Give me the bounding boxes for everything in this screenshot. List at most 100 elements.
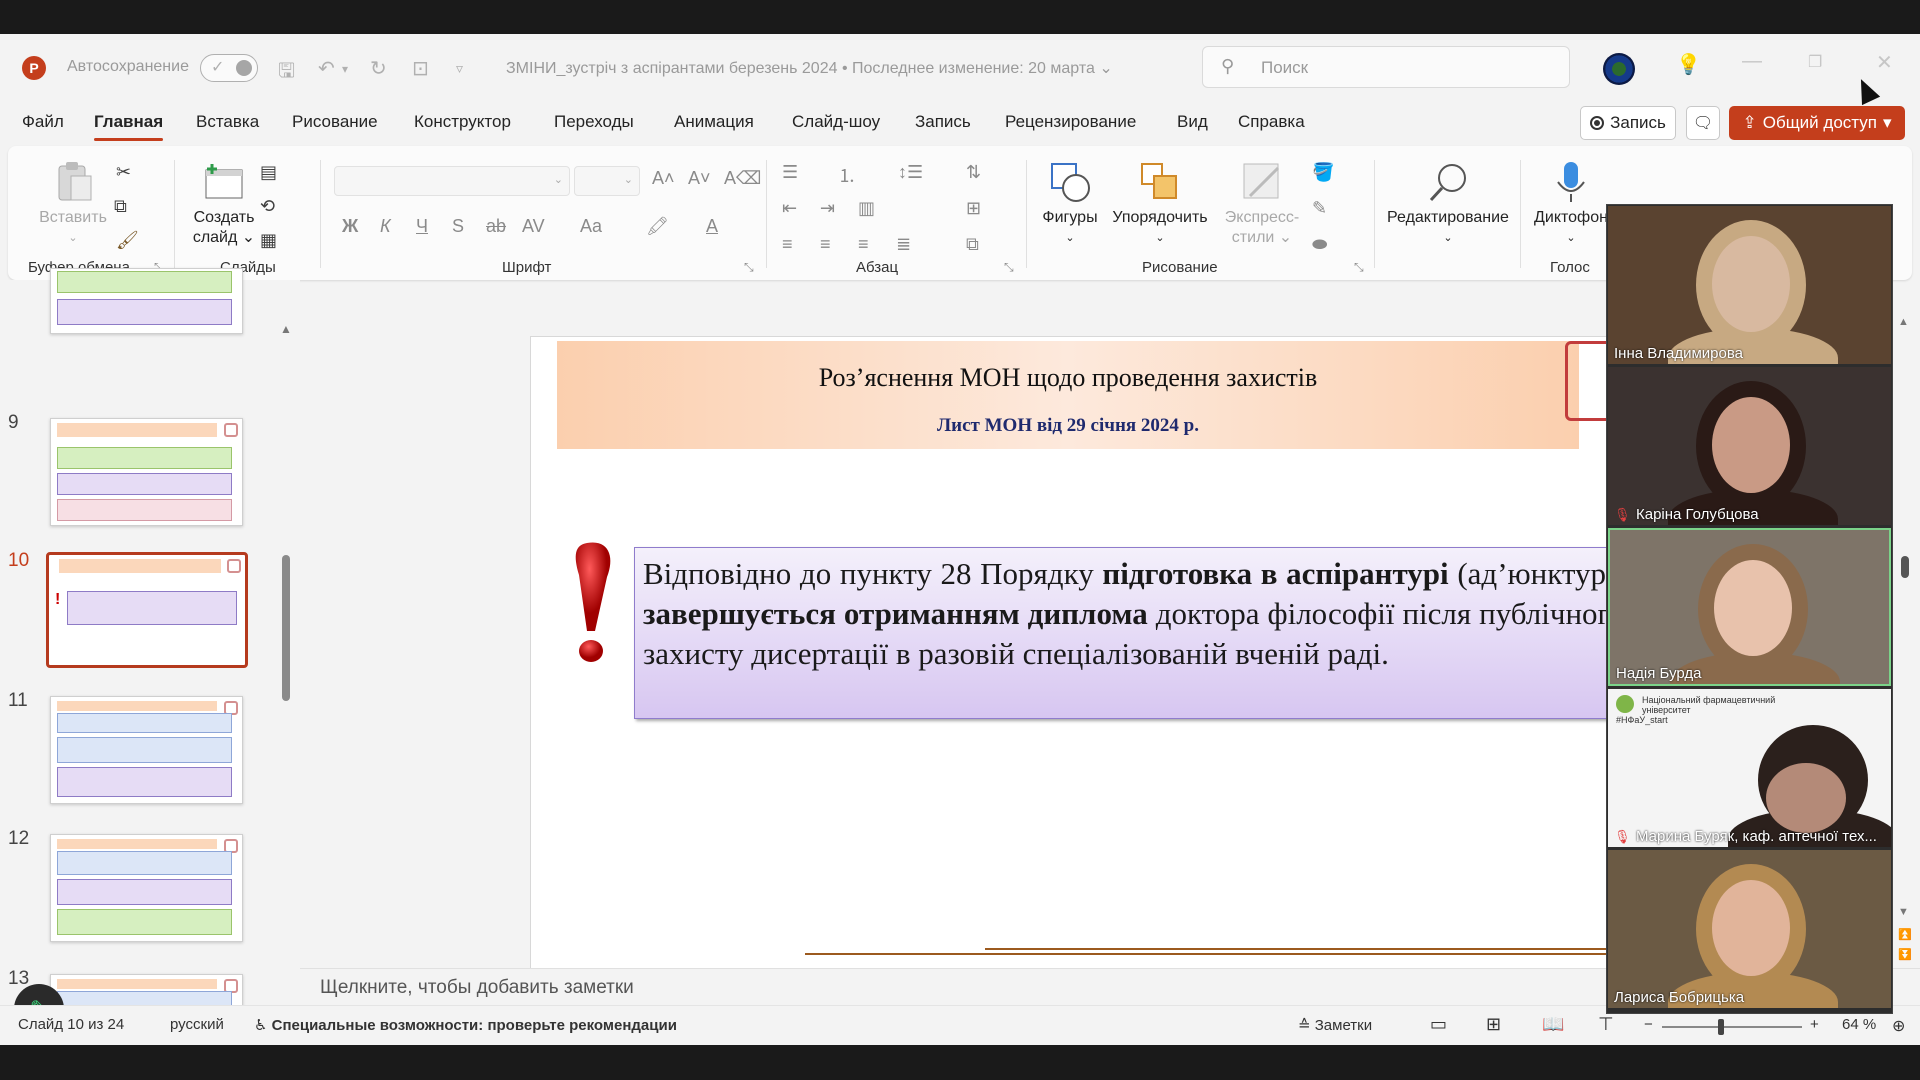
- shape-effects-icon[interactable]: ⬬: [1312, 234, 1327, 255]
- document-title[interactable]: ЗМІНИ_зустріч з аспірантами березень 202…: [506, 58, 1113, 78]
- slide-thumbnail-pane[interactable]: 9 10 ! 11 12 13 ▲: [0, 268, 300, 1042]
- tab-file[interactable]: Файл: [22, 112, 64, 132]
- tab-home[interactable]: Главная: [94, 112, 164, 141]
- format-painter-icon[interactable]: 🖌: [116, 230, 139, 251]
- next-slide-icon[interactable]: ⏬: [1898, 948, 1912, 961]
- numbering-icon[interactable]: ⒈: [838, 162, 856, 188]
- scroll-down-icon[interactable]: ▼: [1898, 906, 1909, 918]
- search-box[interactable]: ⚲ Поиск: [1202, 46, 1570, 88]
- align-center-icon[interactable]: ≡: [820, 234, 831, 255]
- record-button[interactable]: Запись: [1580, 106, 1676, 140]
- shape-fill-icon[interactable]: 🪣: [1312, 162, 1334, 183]
- section-icon[interactable]: ▦: [260, 230, 277, 251]
- tab-design[interactable]: Конструктор: [414, 112, 511, 132]
- redo-icon[interactable]: ↻: [370, 56, 387, 81]
- zoom-in-icon[interactable]: +: [1810, 1016, 1819, 1033]
- slide-thumbnail-active[interactable]: !: [46, 552, 248, 668]
- tab-insert[interactable]: Вставка: [196, 112, 259, 132]
- shapes-button[interactable]: Фигуры ⌄: [1032, 160, 1108, 248]
- restore-icon[interactable]: ❐: [1808, 52, 1822, 72]
- comments-button[interactable]: 🗨: [1686, 106, 1720, 140]
- share-button[interactable]: ⇪ Общий доступ ▾: [1729, 106, 1905, 140]
- bullets-icon[interactable]: ☰: [782, 162, 798, 183]
- minimize-icon[interactable]: —: [1742, 50, 1762, 73]
- participant-tile[interactable]: 🎙 Каріна Голубцова: [1608, 367, 1891, 525]
- smartart-icon[interactable]: ⧉: [966, 234, 979, 255]
- slide-subtitle[interactable]: Лист МОН від 29 січня 2024 р.: [557, 415, 1579, 437]
- new-slide-button[interactable]: Создать слайд ⌄: [184, 160, 264, 248]
- tab-help[interactable]: Справка: [1238, 112, 1305, 132]
- bold-icon[interactable]: Ж: [342, 216, 358, 237]
- slide-thumbnail[interactable]: [50, 696, 243, 804]
- tab-animations[interactable]: Анимация: [674, 112, 754, 132]
- notes-toggle[interactable]: ≙ Заметки: [1298, 1016, 1372, 1034]
- scroll-up-icon[interactable]: ▲: [280, 322, 292, 336]
- fit-to-window-icon[interactable]: ⊕: [1892, 1016, 1905, 1036]
- user-avatar[interactable]: [1603, 53, 1635, 85]
- decrease-indent-icon[interactable]: ⇤: [782, 198, 797, 219]
- slide-thumbnail[interactable]: [50, 268, 243, 334]
- language-indicator[interactable]: русский: [170, 1016, 224, 1033]
- save-icon[interactable]: 🖫: [278, 56, 295, 90]
- cut-icon[interactable]: ✂: [116, 162, 131, 183]
- thumbnail-scrollbar[interactable]: [282, 555, 290, 701]
- font-color-icon[interactable]: A: [706, 216, 718, 237]
- scroll-thumb[interactable]: [1901, 556, 1909, 578]
- dictate-button[interactable]: Диктофон ⌄: [1526, 160, 1616, 248]
- slide-sorter-icon[interactable]: ⊞: [1486, 1014, 1501, 1035]
- zoom-slider-knob[interactable]: [1718, 1019, 1724, 1035]
- strikethrough-icon[interactable]: ab: [486, 216, 506, 237]
- undo-dropdown-icon[interactable]: ▾: [342, 62, 348, 76]
- zoom-level[interactable]: 64 %: [1842, 1016, 1876, 1033]
- tab-draw[interactable]: Рисование: [292, 112, 378, 132]
- increase-indent-icon[interactable]: ⇥: [820, 198, 835, 219]
- justify-icon[interactable]: ≣: [896, 234, 911, 255]
- quick-styles-button[interactable]: Экспресс- стили ⌄: [1214, 160, 1310, 248]
- text-direction-icon[interactable]: ⇅: [966, 162, 981, 183]
- align-right-icon[interactable]: ≡: [858, 234, 869, 255]
- lightbulb-icon[interactable]: 💡: [1676, 52, 1701, 77]
- participant-tile[interactable]: Інна Владимирова: [1608, 206, 1891, 364]
- arrange-button[interactable]: Упорядочить ⌄: [1102, 160, 1218, 248]
- slide-thumbnail[interactable]: [50, 834, 243, 942]
- copy-icon[interactable]: ⧉: [114, 196, 127, 217]
- dialog-launcher-icon[interactable]: ⤡: [1354, 260, 1364, 275]
- reset-slide-icon[interactable]: ⟲: [260, 196, 275, 217]
- tab-record[interactable]: Запись: [915, 112, 971, 132]
- slide-canvas[interactable]: Роз’яснення МОН щодо проведення захистів…: [530, 336, 1630, 980]
- text-shadow-icon[interactable]: S: [452, 216, 464, 237]
- layout-icon[interactable]: ▤: [260, 162, 277, 183]
- line-spacing-icon[interactable]: ↕☰: [898, 162, 923, 183]
- participant-tile[interactable]: Національний фармацевтичний університет #Н…: [1608, 689, 1891, 847]
- slide-thumbnail[interactable]: [50, 418, 243, 526]
- increase-font-icon[interactable]: A˄: [652, 168, 675, 189]
- close-icon[interactable]: ✕: [1876, 50, 1893, 75]
- align-text-icon[interactable]: ⊞: [966, 198, 981, 219]
- slide-vertical-scrollbar[interactable]: ▲ ▼ ⏫ ⏬: [1898, 316, 1912, 966]
- dialog-launcher-icon[interactable]: ⤡: [1004, 260, 1014, 275]
- highlight-icon[interactable]: 🖍: [646, 216, 669, 237]
- slideshow-view-icon[interactable]: ⊤: [1598, 1014, 1614, 1035]
- previous-slide-icon[interactable]: ⏫: [1898, 928, 1912, 941]
- normal-view-icon[interactable]: ▭: [1430, 1014, 1447, 1035]
- reading-view-icon[interactable]: 📖: [1542, 1014, 1564, 1035]
- shape-outline-icon[interactable]: ✎: [1312, 198, 1327, 219]
- customize-toolbar-icon[interactable]: ▿: [456, 60, 463, 77]
- scroll-up-icon[interactable]: ▲: [1898, 316, 1909, 328]
- italic-icon[interactable]: К: [380, 216, 391, 237]
- tab-transitions[interactable]: Переходы: [554, 112, 634, 132]
- columns-icon[interactable]: ▥: [858, 198, 875, 219]
- clear-formatting-icon[interactable]: A⌫: [724, 168, 761, 189]
- char-spacing-icon[interactable]: AV: [522, 216, 545, 237]
- font-family-select[interactable]: ⌄: [334, 166, 570, 196]
- participant-tile[interactable]: Лариса Бобрицька: [1608, 850, 1891, 1008]
- autosave-toggle[interactable]: ✓: [200, 54, 258, 82]
- tab-review[interactable]: Рецензирование: [1005, 112, 1136, 132]
- paste-button[interactable]: Вставить ⌄: [28, 160, 118, 248]
- tab-slideshow[interactable]: Слайд-шоу: [792, 112, 880, 132]
- dialog-launcher-icon[interactable]: ⤡: [744, 260, 754, 275]
- zoom-out-icon[interactable]: −: [1644, 1016, 1653, 1033]
- editing-button[interactable]: Редактирование ⌄: [1380, 160, 1516, 248]
- zoom-slider-track[interactable]: [1662, 1019, 1802, 1035]
- decrease-font-icon[interactable]: A˅: [688, 168, 711, 189]
